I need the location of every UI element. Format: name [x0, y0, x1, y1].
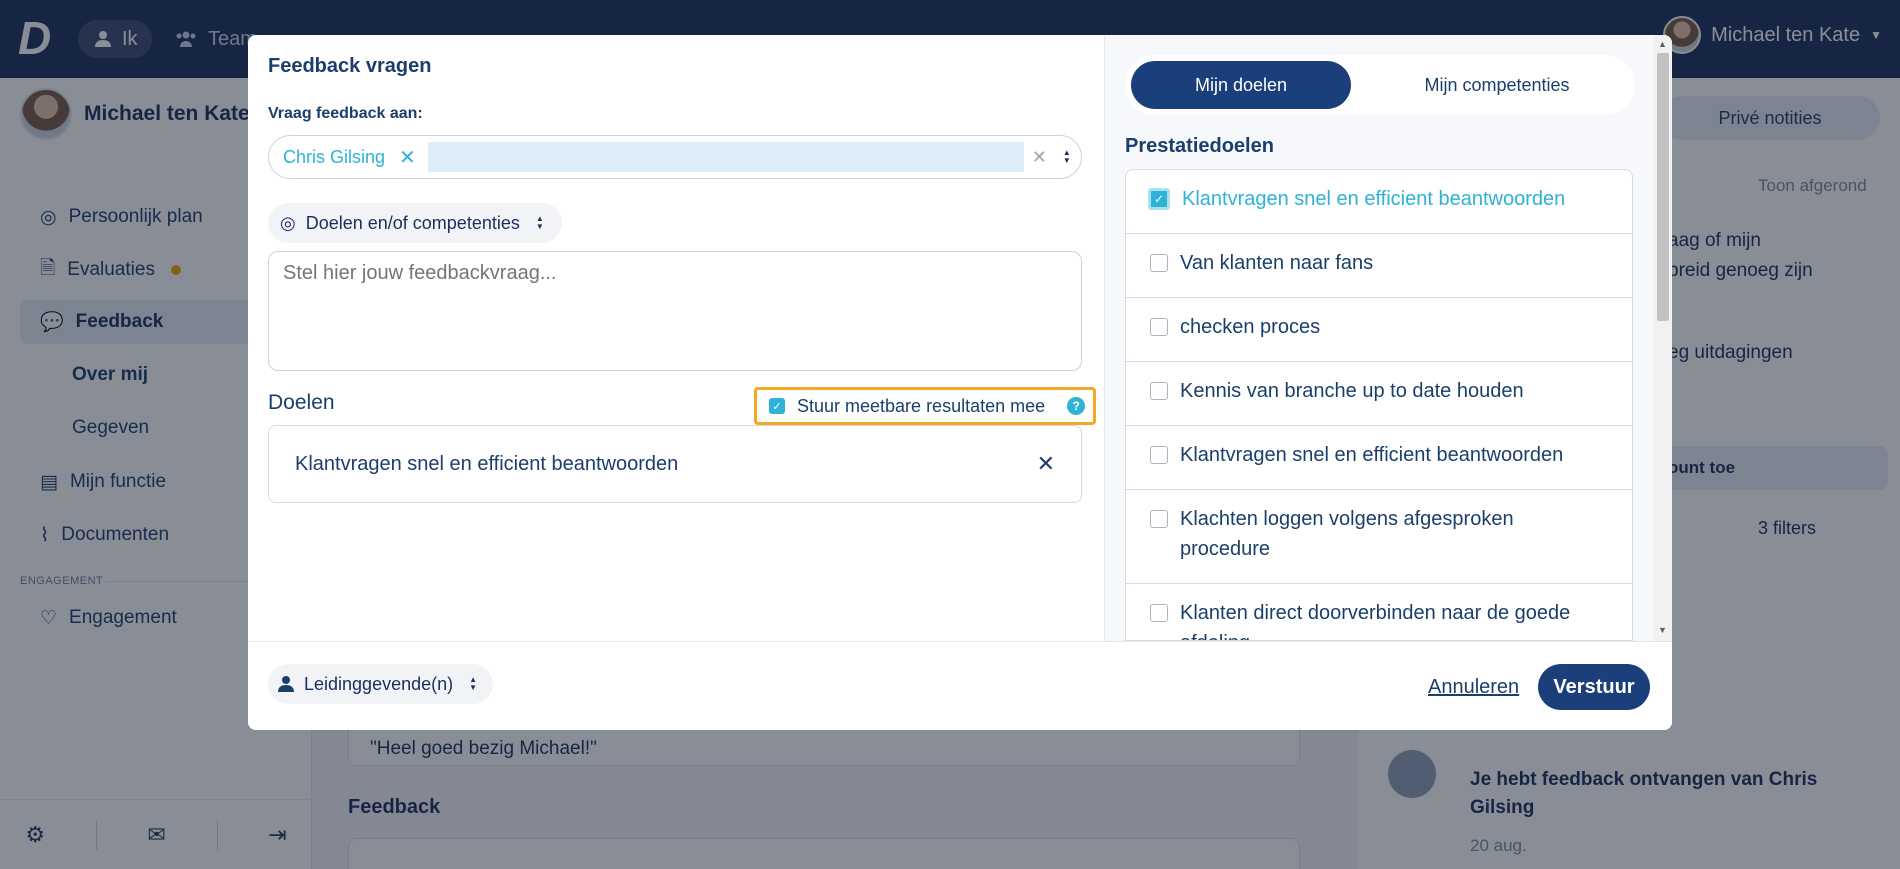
checkbox[interactable]: [1150, 604, 1168, 622]
recipient-select[interactable]: Chris Gilsing ✕ ✕ ▲ ▼: [268, 135, 1082, 179]
cancel-button[interactable]: Annuleren: [1428, 676, 1519, 699]
goal-label: Van klanten naar fans: [1180, 252, 1374, 274]
help-icon[interactable]: ?: [1067, 397, 1086, 415]
checkbox-checked-icon: ✓: [769, 398, 785, 414]
goal-list: ✓ Klantvragen snel en efficient beantwoo…: [1125, 169, 1633, 641]
measurable-results-checkbox[interactable]: ✓ Stuur meetbare resultaten mee ?: [754, 387, 1096, 425]
list-item[interactable]: Klanten direct doorverbinden naar de goe…: [1126, 584, 1632, 640]
modal-left-pane: Feedback vragen Vraag feedback aan: Chri…: [248, 35, 1104, 641]
remove-tag-icon[interactable]: ✕: [399, 145, 416, 170]
modal-footer: Leidinggevende(n) ▲ ▼ Annuleren Verstuur: [248, 641, 1672, 730]
measurable-results-label: Stuur meetbare resultaten mee: [797, 395, 1046, 416]
scrollbar[interactable]: ▲ ▼: [1654, 35, 1672, 641]
goal-label: Klachten loggen volgens afgesproken proc…: [1180, 508, 1514, 560]
sort-icon[interactable]: ▲ ▼: [1063, 149, 1071, 165]
goal-label: Klantvragen snel en efficient beantwoord…: [1180, 444, 1564, 466]
checkbox[interactable]: [1150, 382, 1168, 400]
selected-goal-label: Klantvragen snel en efficient beantwoord…: [295, 452, 679, 475]
recipient-search-input[interactable]: [427, 142, 1024, 172]
sort-icon: ▲ ▼: [469, 675, 478, 692]
list-item[interactable]: Klantvragen snel en efficient beantwoord…: [1126, 426, 1632, 490]
modal-right-pane: Mijn doelen Mijn competenties Prestatied…: [1104, 35, 1672, 641]
feedback-type-select[interactable]: ◎ Doelen en/of competenties ▲ ▼: [268, 203, 562, 243]
send-button[interactable]: Verstuur: [1538, 664, 1650, 710]
selected-goal-card: Klantvragen snel en efficient beantwoord…: [268, 425, 1082, 503]
checkbox[interactable]: [1150, 510, 1168, 528]
list-item[interactable]: Van klanten naar fans: [1126, 234, 1632, 298]
feedback-question-textarea[interactable]: [268, 251, 1082, 371]
goal-label: Klantvragen snel en efficient beantwoord…: [1182, 188, 1566, 210]
checkbox[interactable]: [1150, 254, 1168, 272]
target-icon: ◎: [280, 212, 296, 233]
modal-title: Feedback vragen: [268, 55, 432, 77]
performance-goals-heading: Prestatiedoelen: [1125, 135, 1274, 157]
checkbox[interactable]: [1150, 446, 1168, 464]
list-item[interactable]: checken proces: [1126, 298, 1632, 362]
checkbox-checked-icon[interactable]: ✓: [1148, 188, 1170, 210]
scrollbar-thumb[interactable]: [1657, 53, 1669, 321]
scroll-down-icon[interactable]: ▼: [1658, 625, 1667, 635]
list-item[interactable]: Klachten loggen volgens afgesproken proc…: [1126, 490, 1632, 584]
feedback-type-label: Doelen en/of competenties: [305, 212, 520, 233]
recipient-tag: Chris Gilsing ✕: [283, 145, 416, 170]
goal-label: Kennis van branche up to date houden: [1180, 380, 1524, 402]
ask-feedback-label: Vraag feedback aan:: [268, 105, 423, 122]
goal-label: Klanten direct doorverbinden naar de goe…: [1180, 602, 1571, 640]
role-label: Leidinggevende(n): [304, 673, 454, 694]
user-icon: [278, 676, 294, 692]
role-select[interactable]: Leidinggevende(n) ▲ ▼: [268, 664, 494, 704]
goals-heading: Doelen: [268, 391, 335, 414]
goal-tabs: Mijn doelen Mijn competenties: [1125, 55, 1635, 115]
remove-goal-icon[interactable]: ✕: [1037, 451, 1055, 477]
list-item[interactable]: ✓ Klantvragen snel en efficient beantwoo…: [1126, 170, 1632, 234]
tab-mijn-competenties[interactable]: Mijn competenties: [1365, 61, 1629, 109]
list-item[interactable]: Kennis van branche up to date houden: [1126, 362, 1632, 426]
feedback-request-modal: Feedback vragen Vraag feedback aan: Chri…: [248, 35, 1672, 730]
scroll-up-icon[interactable]: ▲: [1658, 39, 1667, 49]
tab-mijn-doelen[interactable]: Mijn doelen: [1131, 61, 1351, 109]
recipient-tag-label: Chris Gilsing: [283, 146, 386, 167]
goal-label: checken proces: [1180, 316, 1321, 338]
checkbox[interactable]: [1150, 318, 1168, 336]
clear-icon[interactable]: ✕: [1032, 147, 1047, 168]
sort-icon: ▲ ▼: [535, 214, 544, 231]
